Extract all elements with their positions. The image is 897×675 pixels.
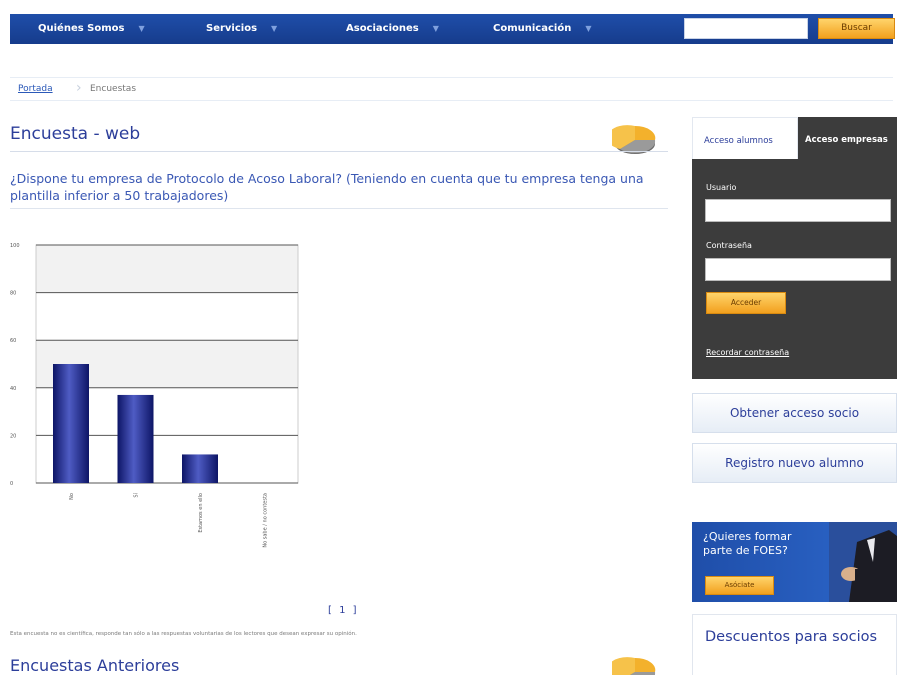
nav-item-servicios[interactable]: Servicios ▼ xyxy=(206,14,277,44)
obtener-acceso-socio-button[interactable]: Obtener acceso socio xyxy=(692,393,897,433)
search-input[interactable] xyxy=(684,18,808,39)
pagination[interactable]: [ 1 ] xyxy=(328,605,359,616)
chart-y-tick-label: 0 xyxy=(10,481,13,487)
chart-x-tick-label: Sí xyxy=(133,492,140,497)
chart-x-tick-label: Estamos en ello xyxy=(198,493,204,533)
page: Quiénes Somos ▼ Servicios ▼ Asociaciones ▼ … xyxy=(0,0,897,675)
asociate-button[interactable]: Asóciate xyxy=(705,576,774,595)
breadcrumb-separator-icon: › xyxy=(76,80,82,96)
descuentos-title[interactable]: Descuentos para socios xyxy=(705,629,877,645)
poll-question: ¿Dispone tu empresa de Protocolo de Acos… xyxy=(10,171,644,203)
top-navigation-bar: Quiénes Somos ▼ Servicios ▼ Asociaciones ▼ … xyxy=(10,14,895,44)
password-label: Contraseña xyxy=(706,241,752,250)
poll-disclaimer: Esta encuesta no es científica, responde… xyxy=(10,631,357,637)
chart-bar xyxy=(182,454,218,483)
breadcrumb-current: Encuestas xyxy=(90,84,137,94)
chart-x-tick-label: No xyxy=(69,493,75,500)
usuario-label: Usuario xyxy=(706,183,737,192)
chevron-down-icon: ▼ xyxy=(138,24,145,33)
chart-y-tick-label: 60 xyxy=(10,338,16,344)
chart-y-tick-label: 100 xyxy=(10,243,20,249)
question-divider xyxy=(10,208,668,209)
chart-y-tick-label: 20 xyxy=(10,433,16,439)
tab-acceso-empresas[interactable]: Acceso empresas xyxy=(798,117,897,159)
login-panel: Usuario Contraseña Acceder Recordar cont… xyxy=(692,159,897,379)
tab-acceso-alumnos[interactable]: Acceso alumnos xyxy=(692,117,798,159)
chevron-down-icon: ▼ xyxy=(585,24,592,33)
promo-text: ¿Quieres formar parte de FOES? xyxy=(703,530,792,557)
descuentos-panel: Descuentos para socios xyxy=(692,614,897,675)
nav-item-label: Servicios xyxy=(206,23,258,34)
chart-y-tick-label: 40 xyxy=(10,386,16,392)
search-button[interactable]: Buscar xyxy=(818,18,895,39)
page-title: Encuesta - web xyxy=(10,124,141,144)
nav-item-quienes-somos[interactable]: Quiénes Somos ▼ xyxy=(38,14,145,44)
businessman-image xyxy=(829,522,897,602)
nav-item-label: Quiénes Somos xyxy=(38,23,125,34)
chart-x-tick-label: No sabe / no contesta xyxy=(263,493,269,548)
previous-polls-title: Encuestas Anteriores xyxy=(10,656,180,675)
title-divider xyxy=(10,151,668,152)
chart-bar xyxy=(117,394,154,483)
nav-item-asociaciones[interactable]: Asociaciones ▼ xyxy=(346,14,439,44)
breadcrumb-home-link[interactable]: Portada xyxy=(18,84,53,94)
nav-item-label: Comunicación xyxy=(493,23,572,34)
chart-bar xyxy=(53,364,89,483)
chevron-down-icon: ▼ xyxy=(271,24,278,33)
chart-band xyxy=(36,245,298,293)
chart-y-tick-label: 80 xyxy=(10,291,16,297)
nav-item-comunicacion[interactable]: Comunicación ▼ xyxy=(493,14,591,44)
password-input[interactable] xyxy=(705,258,891,281)
usuario-input[interactable] xyxy=(705,199,891,222)
breadcrumb: Portada › Encuestas xyxy=(10,77,893,101)
poll-results-chart: 0 20 40 60 80 100 No Sí Estamos en ello No sabe … xyxy=(10,243,299,548)
nav-item-label: Asociaciones xyxy=(346,23,419,34)
registro-nuevo-alumno-button[interactable]: Registro nuevo alumno xyxy=(692,443,897,483)
chevron-down-icon: ▼ xyxy=(432,24,439,33)
pie-chart-icon xyxy=(612,657,656,675)
acceder-button[interactable]: Acceder xyxy=(706,292,786,314)
membership-promo-banner[interactable]: ¿Quieres formar parte de FOES? Asóciate xyxy=(692,522,897,602)
recordar-password-link[interactable]: Recordar contraseña xyxy=(706,348,789,357)
